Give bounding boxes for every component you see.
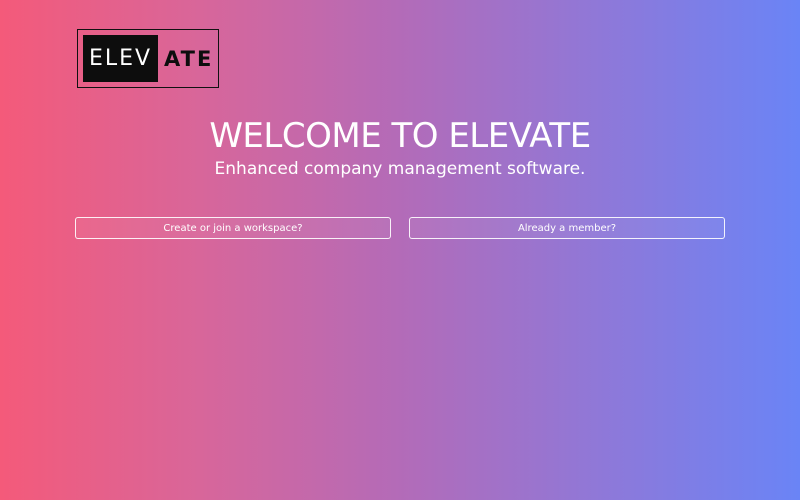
page-subtitle: Enhanced company management software.	[214, 159, 586, 179]
logo-left-block: ELEV	[83, 35, 158, 82]
page-title: WELCOME TO ELEVATE	[209, 116, 591, 156]
elevate-logo: ELEV ATE	[77, 29, 219, 88]
create-join-workspace-button[interactable]: Create or join a workspace?	[75, 217, 391, 239]
logo-right-text: ATE	[164, 46, 214, 71]
already-member-button[interactable]: Already a member?	[409, 217, 725, 239]
